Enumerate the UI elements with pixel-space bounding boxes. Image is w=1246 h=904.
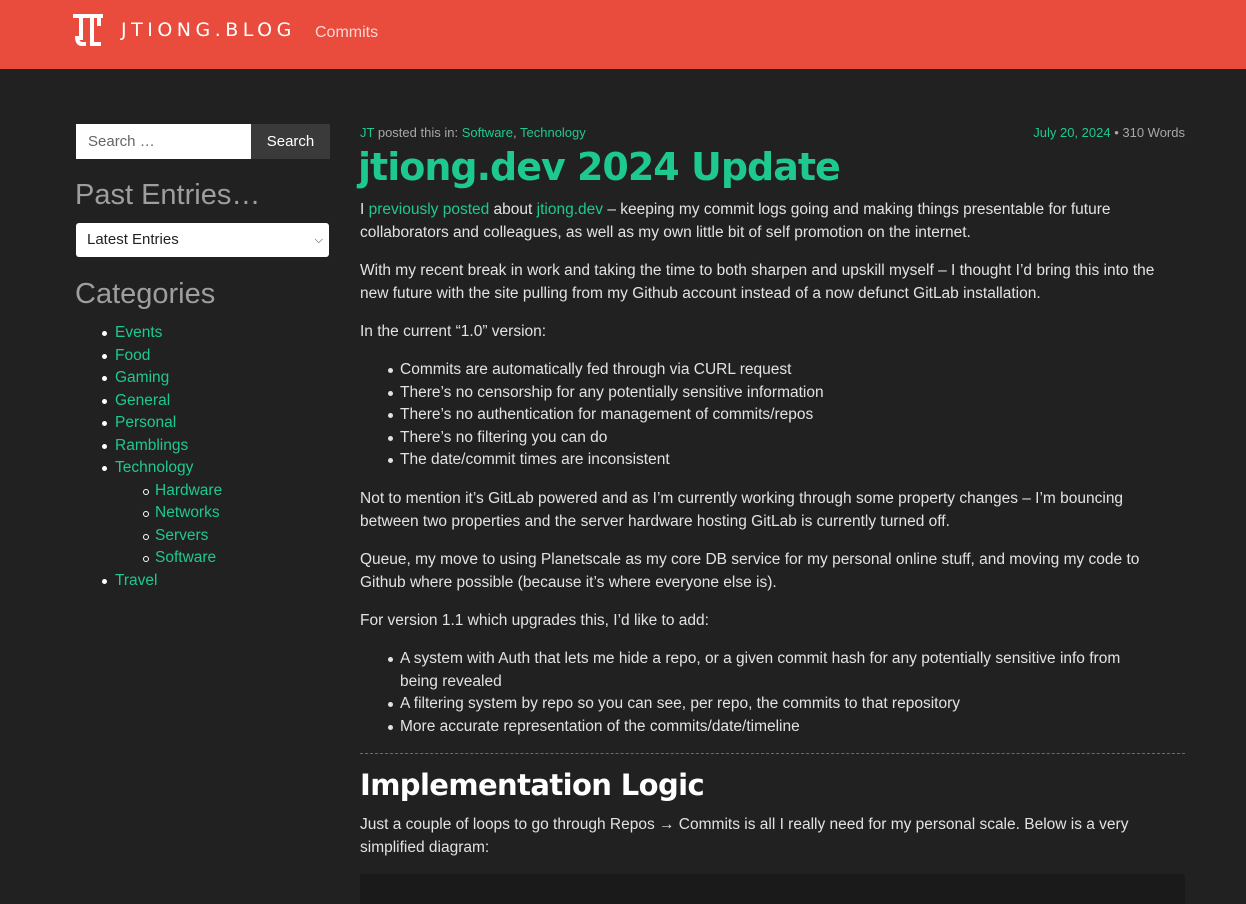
chevron-down-icon: ⌵ <box>314 234 323 246</box>
categories-list: Events Food Gaming General Personal Ramb… <box>75 323 222 593</box>
paragraph-planetscale: Queue, my move to using Planetscale as m… <box>360 551 1140 591</box>
category-link-hardware[interactable]: Hardware <box>155 482 222 499</box>
post-title[interactable]: jtiong.dev 2024 Update <box>358 145 841 189</box>
past-entries-select[interactable]: Latest Entries ⌵ <box>76 223 329 257</box>
category-item: Events <box>75 323 222 346</box>
previously-posted-link[interactable]: previously posted <box>369 201 490 218</box>
subcategory-item: Networks <box>75 503 222 526</box>
implementation-logic-heading: Implementation Logic <box>360 768 705 802</box>
posted-in-text: posted this in: <box>377 125 459 140</box>
paragraph-text: about <box>489 201 537 218</box>
post-category-link-technology[interactable]: Technology <box>520 125 586 140</box>
site-header: JTIONG.BLOG Commits <box>0 0 1246 69</box>
category-link-travel[interactable]: Travel <box>115 572 158 589</box>
post-meta-date: July 20, 2024 • 310 Words <box>1033 125 1185 140</box>
list-item: There’s no authentication for management… <box>360 404 1160 427</box>
author-link[interactable]: JT <box>360 125 374 140</box>
post-meta-author: JT posted this in: Software, Technology <box>360 125 586 140</box>
category-link-software[interactable]: Software <box>155 549 216 566</box>
site-brand-link[interactable]: JTIONG.BLOG <box>121 19 296 41</box>
list-item: The date/commit times are inconsistent <box>360 449 1160 472</box>
list-item: A system with Auth that lets me hide a r… <box>360 648 1140 693</box>
version-1-1-list: A system with Auth that lets me hide a r… <box>360 648 1140 738</box>
nav-commits-link[interactable]: Commits <box>315 24 378 42</box>
word-count: • 310 Words <box>1114 125 1185 140</box>
past-entries-selected-value: Latest Entries <box>87 231 179 248</box>
diagram-block <box>360 874 1185 904</box>
post-category-link-software[interactable]: Software <box>462 125 513 140</box>
subcategory-item: Hardware <box>75 481 222 504</box>
category-link-food[interactable]: Food <box>115 347 150 364</box>
category-item: Gaming <box>75 368 222 391</box>
list-item: There’s no filtering you can do <box>360 427 1160 450</box>
category-link-events[interactable]: Events <box>115 324 162 341</box>
category-item: Travel <box>75 571 222 594</box>
category-item: Technology <box>75 458 222 481</box>
category-separator: , <box>513 125 520 140</box>
past-entries-heading: Past Entries… <box>75 179 261 211</box>
paragraph-break-work: With my recent break in work and taking … <box>360 262 1155 302</box>
category-item: Food <box>75 346 222 369</box>
section-divider <box>360 753 1185 754</box>
category-link-ramblings[interactable]: Ramblings <box>115 437 188 454</box>
category-link-servers[interactable]: Servers <box>155 527 208 544</box>
subcategory-item: Software <box>75 548 222 571</box>
paragraph-intro: I previously posted about jtiong.dev – k… <box>360 198 1185 244</box>
category-link-general[interactable]: General <box>115 392 170 409</box>
category-item: General <box>75 391 222 414</box>
category-link-networks[interactable]: Networks <box>155 504 220 521</box>
search-button[interactable]: Search <box>251 124 330 159</box>
paragraph-text: I <box>360 201 369 218</box>
category-item: Ramblings <box>75 436 222 459</box>
list-item: A filtering system by repo so you can se… <box>360 693 1140 716</box>
list-item: Commits are automatically fed through vi… <box>360 359 1160 382</box>
list-item: More accurate representation of the comm… <box>360 716 1140 739</box>
jtiong-dev-link[interactable]: jtiong.dev <box>537 201 603 218</box>
post-date-link[interactable]: July 20, 2024 <box>1033 125 1110 140</box>
paragraph-gitlab: Not to mention it’s GitLab powered and a… <box>360 490 1124 530</box>
categories-heading: Categories <box>75 278 216 310</box>
paragraph-implementation: Just a couple of loops to go through Rep… <box>360 816 1129 856</box>
paragraph-current-version: In the current “1.0” version: <box>360 323 547 340</box>
list-item: There’s no censorship for any potentiall… <box>360 382 1160 405</box>
category-link-technology[interactable]: Technology <box>115 459 193 476</box>
search-form: Search <box>76 124 330 159</box>
search-input[interactable] <box>76 124 251 159</box>
jt-logo-icon[interactable] <box>73 14 103 48</box>
subcategory-item: Servers <box>75 526 222 549</box>
category-item: Personal <box>75 413 222 436</box>
current-version-list: Commits are automatically fed through vi… <box>360 359 1160 472</box>
category-link-personal[interactable]: Personal <box>115 414 176 431</box>
category-link-gaming[interactable]: Gaming <box>115 369 169 386</box>
paragraph-version-1-1: For version 1.1 which upgrades this, I’d… <box>360 612 709 629</box>
